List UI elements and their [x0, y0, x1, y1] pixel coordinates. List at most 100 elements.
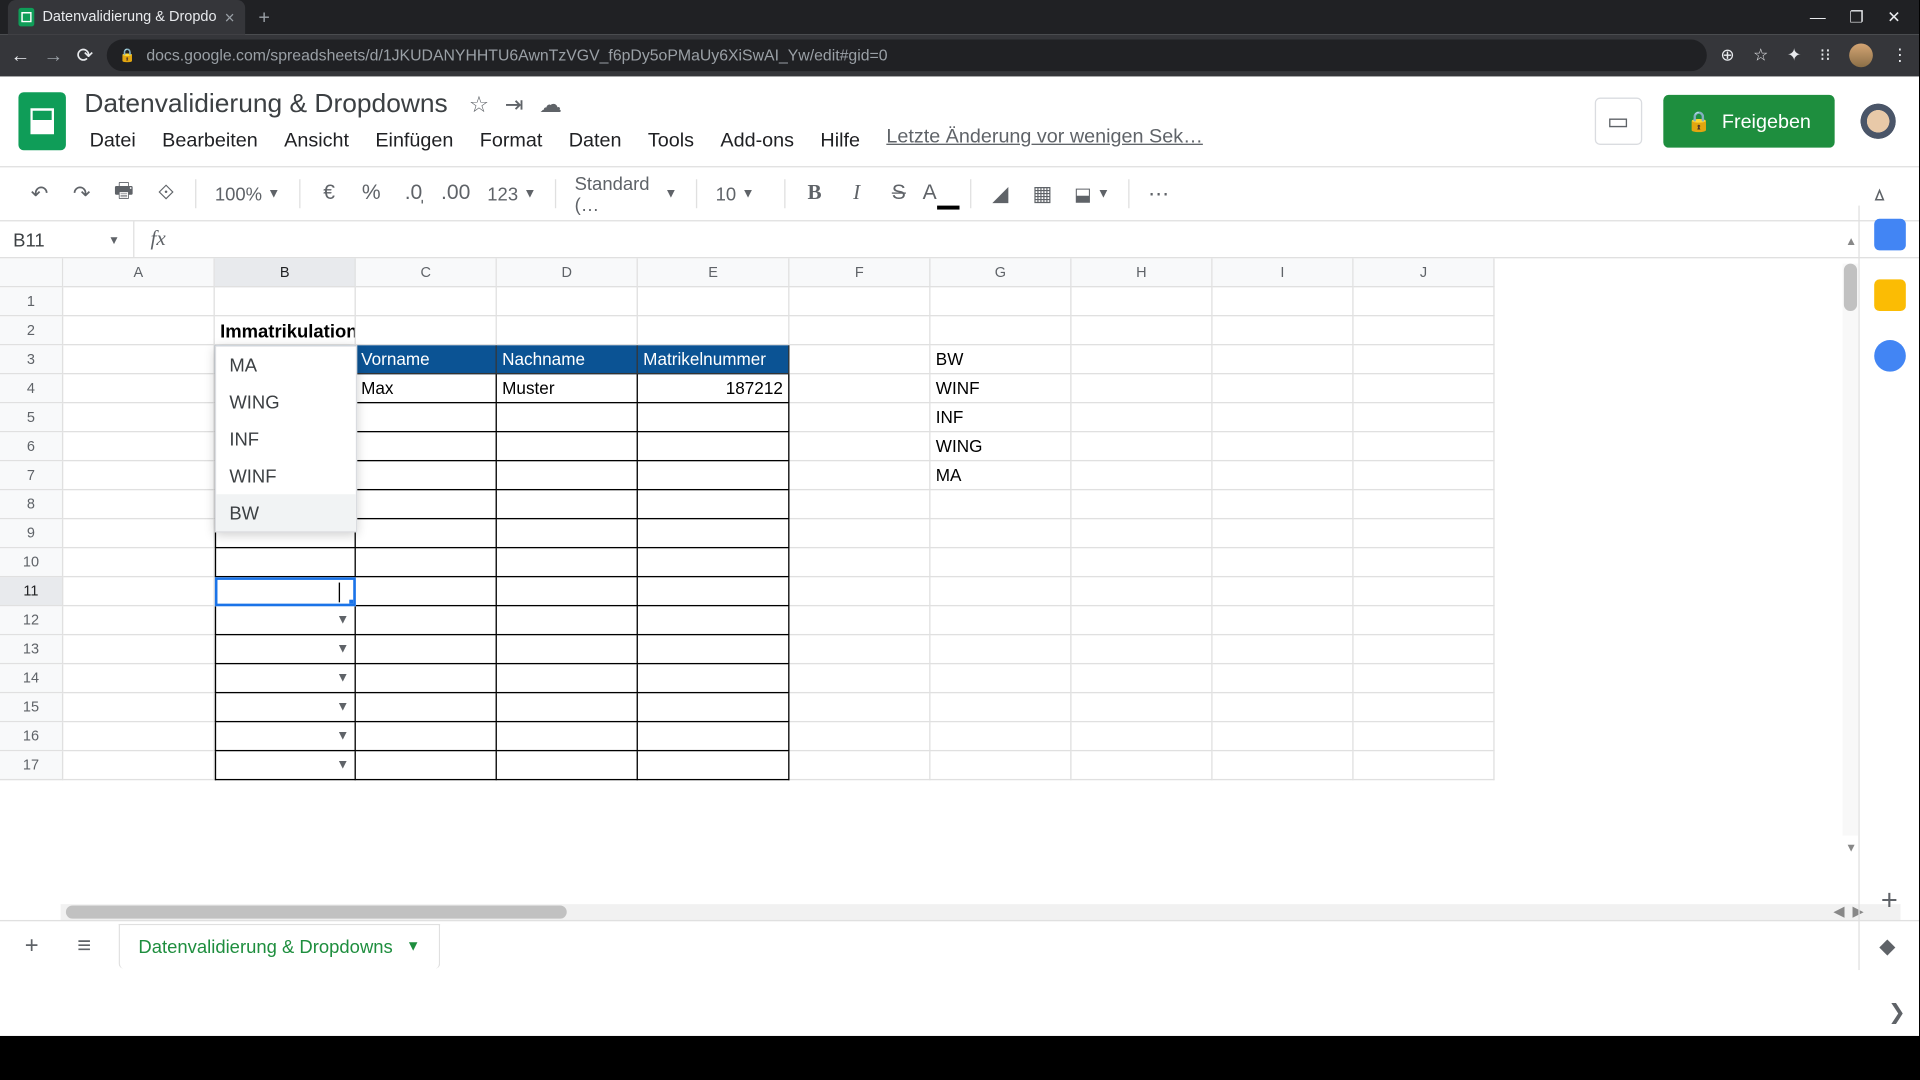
cell[interactable] — [931, 577, 1072, 606]
row-header[interactable]: 3 — [0, 345, 63, 374]
star-icon[interactable]: ☆ — [469, 92, 489, 118]
dropdown-arrow-icon[interactable]: ▼ — [336, 758, 349, 772]
cell[interactable] — [497, 432, 638, 461]
dropdown-option[interactable]: WING — [216, 384, 356, 421]
row-header[interactable]: 12 — [0, 606, 63, 635]
column-header[interactable]: E — [638, 258, 790, 287]
last-edit-link[interactable]: Letzte Änderung vor wenigen Sek… — [886, 125, 1203, 155]
cell[interactable]: WING — [931, 432, 1072, 461]
all-sheets-button[interactable]: ≡ — [66, 927, 103, 964]
cell[interactable] — [1354, 432, 1495, 461]
cell[interactable] — [1354, 722, 1495, 751]
cell[interactable] — [1213, 606, 1354, 635]
sheets-logo-icon[interactable] — [18, 92, 65, 150]
cell[interactable] — [63, 490, 215, 519]
cell[interactable] — [1213, 548, 1354, 577]
cell[interactable] — [1072, 664, 1213, 693]
cell[interactable] — [1213, 693, 1354, 722]
cell[interactable] — [1354, 635, 1495, 664]
cell[interactable] — [638, 403, 790, 432]
cell[interactable] — [1354, 461, 1495, 490]
close-window-icon[interactable]: ✕ — [1887, 8, 1900, 26]
cell[interactable]: ▼ — [215, 635, 356, 664]
row-header[interactable]: 2 — [0, 316, 63, 345]
menu-help[interactable]: Hilfe — [810, 125, 871, 155]
cell[interactable] — [1213, 635, 1354, 664]
row-header[interactable]: 4 — [0, 374, 63, 403]
cell[interactable] — [1354, 606, 1495, 635]
cell[interactable] — [1213, 751, 1354, 780]
percent-icon[interactable]: % — [353, 175, 390, 212]
dropdown-option[interactable]: WINF — [216, 457, 356, 494]
cell[interactable] — [356, 403, 497, 432]
cell[interactable] — [63, 635, 215, 664]
cell[interactable] — [1072, 374, 1213, 403]
merge-cells-dropdown[interactable]: ⬓▼ — [1066, 183, 1118, 205]
cell[interactable] — [789, 548, 930, 577]
menu-tools[interactable]: Tools — [637, 125, 704, 155]
kebab-menu-icon[interactable]: ⋮ — [1891, 45, 1908, 66]
cell[interactable] — [931, 519, 1072, 548]
scroll-left-icon[interactable]: ◀ — [1833, 903, 1844, 920]
row-header[interactable]: 9 — [0, 519, 63, 548]
cell[interactable] — [789, 374, 930, 403]
add-sheet-button[interactable]: + — [13, 927, 50, 964]
cell[interactable] — [1354, 577, 1495, 606]
cell[interactable] — [1213, 490, 1354, 519]
cell[interactable]: Muster — [497, 374, 638, 403]
minimize-icon[interactable]: ― — [1810, 8, 1826, 26]
redo-icon[interactable]: ↷ — [63, 175, 100, 212]
text-color-icon[interactable]: A — [923, 175, 960, 212]
cell[interactable] — [1213, 722, 1354, 751]
cell[interactable] — [1354, 693, 1495, 722]
url-field[interactable]: 🔒 docs.google.com/spreadsheets/d/1JKUDAN… — [106, 40, 1707, 72]
cell[interactable] — [356, 519, 497, 548]
menu-view[interactable]: Ansicht — [274, 125, 360, 155]
cell[interactable]: Nachname — [497, 345, 638, 374]
menu-data[interactable]: Daten — [558, 125, 632, 155]
cell[interactable] — [638, 664, 790, 693]
row-header[interactable]: 13 — [0, 635, 63, 664]
row-header[interactable]: 5 — [0, 403, 63, 432]
cell[interactable] — [789, 287, 930, 316]
dropdown-arrow-icon[interactable]: ▼ — [336, 613, 349, 627]
cell[interactable] — [356, 490, 497, 519]
dropdown-option[interactable]: MA — [216, 347, 356, 384]
cell[interactable] — [497, 635, 638, 664]
number-format-dropdown[interactable]: 123▼ — [479, 183, 544, 204]
cell[interactable] — [931, 751, 1072, 780]
column-header[interactable]: C — [356, 258, 497, 287]
cell[interactable] — [356, 548, 497, 577]
cell[interactable] — [63, 751, 215, 780]
menu-edit[interactable]: Bearbeiten — [152, 125, 269, 155]
cell[interactable] — [1072, 403, 1213, 432]
row-header[interactable]: 15 — [0, 693, 63, 722]
sheet-tab[interactable]: Datenvalidierung & Dropdowns ▼ — [119, 923, 440, 968]
dropdown-arrow-icon[interactable]: ▼ — [336, 671, 349, 685]
dropdown-arrow-icon[interactable]: ▼ — [336, 700, 349, 714]
cell[interactable] — [1072, 519, 1213, 548]
row-header[interactable]: 6 — [0, 432, 63, 461]
cell[interactable] — [1072, 548, 1213, 577]
font-dropdown[interactable]: Standard (…▼ — [567, 173, 686, 215]
add-addon-icon[interactable]: + — [1881, 883, 1898, 917]
share-button[interactable]: 🔒 Freigeben — [1663, 95, 1835, 148]
scroll-up-icon[interactable]: ▲ — [1845, 235, 1857, 248]
cell[interactable] — [356, 693, 497, 722]
cell[interactable] — [1072, 693, 1213, 722]
menu-insert[interactable]: Einfügen — [365, 125, 464, 155]
decrease-decimal-icon[interactable]: .0̩ — [395, 175, 432, 212]
cell[interactable] — [63, 316, 215, 345]
cell[interactable] — [789, 461, 930, 490]
cell[interactable] — [638, 432, 790, 461]
dropdown-option[interactable]: BW — [216, 494, 356, 531]
cell[interactable] — [497, 519, 638, 548]
cell[interactable]: ▼ — [215, 722, 356, 751]
cell[interactable] — [63, 548, 215, 577]
cell[interactable] — [497, 316, 638, 345]
cell[interactable] — [1213, 664, 1354, 693]
cell[interactable] — [63, 606, 215, 635]
cell[interactable] — [638, 316, 790, 345]
cell[interactable] — [356, 316, 497, 345]
cell[interactable] — [931, 606, 1072, 635]
